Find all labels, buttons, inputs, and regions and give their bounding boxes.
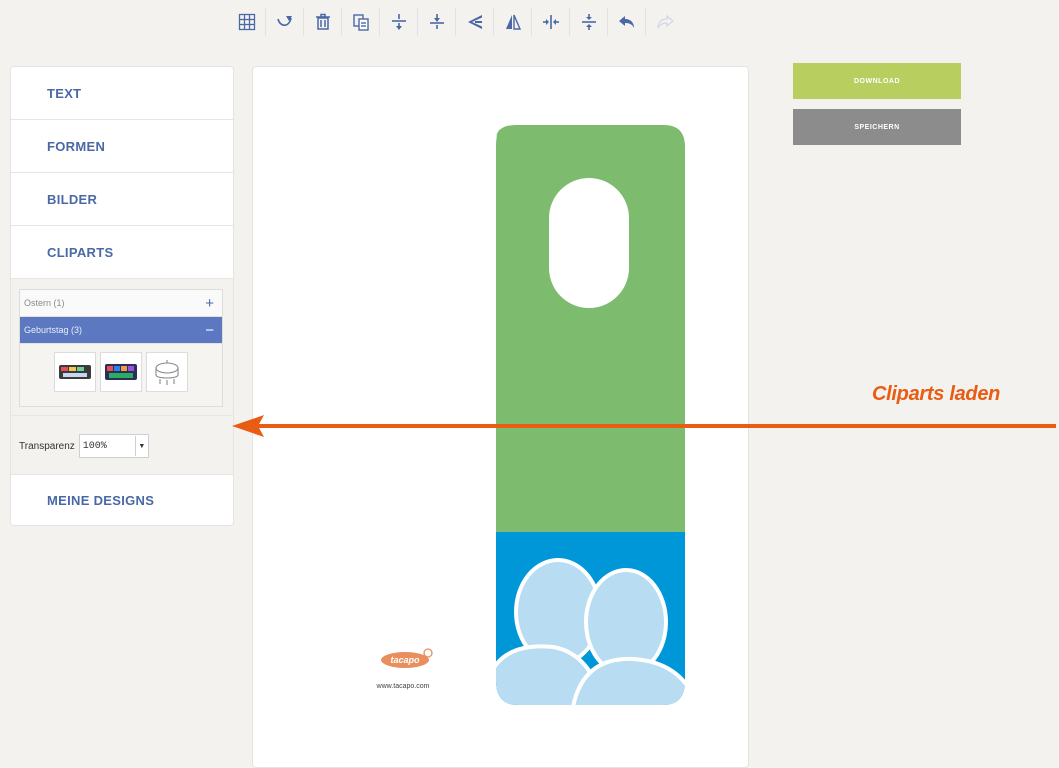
nav-formen[interactable]: FORMEN xyxy=(11,120,233,173)
flip-horizontal-icon xyxy=(505,14,521,30)
transparency-row: Transparenz 100% ▼ xyxy=(11,416,233,475)
nav-formen-label: FORMEN xyxy=(47,138,106,154)
center-vertical-icon xyxy=(581,14,596,30)
clipart-thumb[interactable] xyxy=(54,352,96,392)
nav-meine-designs-label: MEINE DESIGNS xyxy=(47,492,155,508)
nav-meine-designs[interactable]: MEINE DESIGNS xyxy=(11,475,233,525)
canvas-url: www.tacapo.com xyxy=(376,683,430,690)
sidebar: TEXT FORMEN BILDER CLIPARTS Ostern (1) +… xyxy=(10,66,234,526)
annotation-arrow-icon xyxy=(232,415,1056,437)
cake-outline-clipart-icon xyxy=(155,360,179,385)
happy-birthday-clipart-icon xyxy=(59,365,91,379)
dropdown-arrow-icon: ▼ xyxy=(134,436,148,456)
send-backward-icon xyxy=(467,15,482,29)
category-geburtstag-label: Geburtstag (3) xyxy=(24,325,83,335)
delete-button[interactable] xyxy=(304,8,342,36)
align-middle-icon xyxy=(429,14,444,29)
save-label: SPEICHERN xyxy=(854,123,900,131)
eraser-icon xyxy=(276,16,292,27)
grid-button[interactable] xyxy=(228,8,266,36)
nav-bilder[interactable]: BILDER xyxy=(11,173,233,226)
nav-text-label: TEXT xyxy=(47,85,82,101)
redo-icon xyxy=(656,14,674,29)
nav-bilder-label: BILDER xyxy=(47,191,98,207)
cliparts-panel: Ostern (1) + Geburtstag (3) − xyxy=(11,279,233,416)
collapse-icon[interactable]: − xyxy=(205,322,214,339)
undo-button[interactable] xyxy=(608,8,646,36)
clipart-thumb[interactable] xyxy=(100,352,142,392)
nav-cliparts[interactable]: CLIPARTS xyxy=(11,226,233,279)
transparency-select[interactable]: 100% ▼ xyxy=(78,434,149,458)
align-middle-button[interactable] xyxy=(418,8,456,36)
clipart-thumbnails xyxy=(20,344,222,406)
center-vertical-button[interactable] xyxy=(570,8,608,36)
save-button[interactable]: SPEICHERN xyxy=(793,109,961,145)
flip-horizontal-button[interactable] xyxy=(494,8,532,36)
category-geburtstag[interactable]: Geburtstag (3) − xyxy=(20,317,222,344)
center-horizontal-icon xyxy=(542,15,559,29)
tacapo-logo: tacapo xyxy=(381,648,433,668)
logo-text: tacapo xyxy=(390,655,420,665)
birthday-banner-clipart-icon xyxy=(105,364,137,380)
toolbar xyxy=(228,6,683,38)
hanger-hole xyxy=(549,178,629,308)
grid-icon xyxy=(238,13,255,31)
expand-icon[interactable]: + xyxy=(205,295,214,312)
category-ostern[interactable]: Ostern (1) + xyxy=(20,290,222,317)
redo-button[interactable] xyxy=(646,8,683,36)
send-backward-button[interactable] xyxy=(456,8,494,36)
copy-icon xyxy=(352,14,369,31)
category-ostern-label: Ostern (1) xyxy=(24,298,65,308)
center-horizontal-button[interactable] xyxy=(532,8,570,36)
undo-icon xyxy=(618,16,634,28)
cliparts-category-list: Ostern (1) + Geburtstag (3) − xyxy=(19,289,223,407)
nav-cliparts-label: CLIPARTS xyxy=(47,244,114,260)
eraser-button[interactable] xyxy=(266,8,304,36)
download-button[interactable]: DOWNLOAD xyxy=(793,63,961,99)
download-label: DOWNLOAD xyxy=(854,77,900,85)
align-top-button[interactable] xyxy=(380,8,418,36)
align-top-icon xyxy=(391,14,406,30)
copy-button[interactable] xyxy=(342,8,380,36)
nav-text[interactable]: TEXT xyxy=(11,67,233,120)
annotation-label: Cliparts laden xyxy=(872,383,1001,405)
transparency-label: Transparenz xyxy=(19,440,75,452)
clipart-thumb[interactable] xyxy=(146,352,188,392)
trash-icon xyxy=(315,13,330,30)
transparency-value: 100% xyxy=(82,440,107,452)
